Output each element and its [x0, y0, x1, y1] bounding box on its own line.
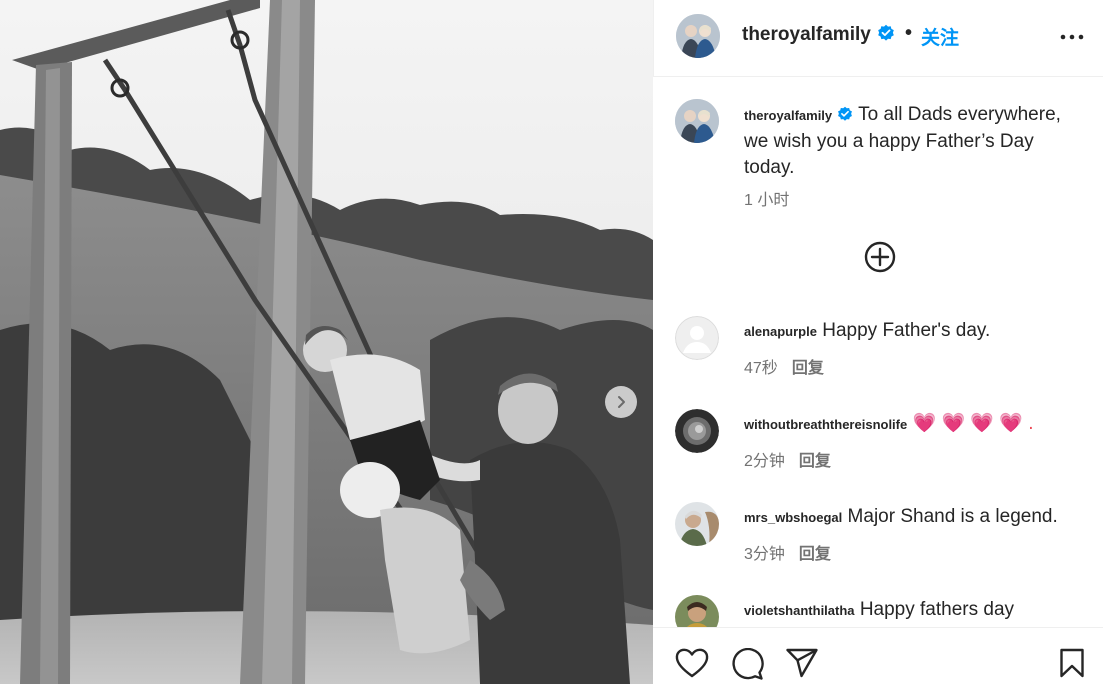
heart-icon[interactable]: [675, 648, 709, 678]
comment-text: Happy Father's day.: [822, 320, 991, 341]
comment-time[interactable]: 47秒: [744, 360, 778, 377]
verified-badge-icon: [878, 24, 894, 41]
comment-time[interactable]: 3分钟: [744, 546, 785, 563]
more-horizontal-icon[interactable]: [1059, 30, 1085, 44]
author-avatar[interactable]: [676, 14, 720, 58]
comment-item: withoutbreaththereisnolife 💗 💗 💗 💗 . 2分钟…: [653, 409, 1103, 499]
comment-text: 💗 💗 💗 💗 .: [912, 413, 1034, 434]
plus-circle-icon[interactable]: [863, 240, 897, 274]
bookmark-icon[interactable]: [1059, 648, 1085, 678]
comment-body: withoutbreaththereisnolife 💗 💗 💗 💗 .: [744, 411, 1089, 438]
comment-avatar[interactable]: [675, 316, 719, 360]
caption-avatar[interactable]: [675, 99, 719, 143]
author-username[interactable]: theroyalfamily: [742, 24, 895, 46]
comment-username[interactable]: mrs_wbshoegal: [744, 510, 842, 525]
comment-meta: 2分钟 回复: [744, 447, 831, 471]
avatar-image: [675, 502, 719, 546]
comment-avatar[interactable]: [675, 502, 719, 546]
reply-button[interactable]: 回复: [799, 546, 831, 563]
comment-item: mrs_wbshoegal Major Shand is a legend. 3…: [653, 502, 1103, 592]
avatar-image: [676, 14, 720, 58]
header-separator: •: [905, 22, 913, 44]
default-avatar-icon: [675, 316, 719, 360]
caption-timestamp[interactable]: 1 小时: [744, 186, 789, 210]
share-icon[interactable]: [785, 648, 819, 678]
comment-text: Major Shand is a legend.: [847, 506, 1058, 527]
comment-avatar[interactable]: [675, 409, 719, 453]
post-photo[interactable]: [0, 0, 653, 684]
caption-username[interactable]: theroyalfamily: [744, 108, 832, 123]
comment-time[interactable]: 2分钟: [744, 453, 785, 470]
author-username-text: theroyalfamily: [742, 24, 871, 45]
caption-text-block: theroyalfamily To all Dads everywhere, we…: [744, 102, 1064, 181]
comment-item: alenapurple Happy Father's day. 47秒 回复: [653, 316, 1103, 406]
chevron-right-icon: [618, 396, 625, 408]
reply-button[interactable]: 回复: [799, 453, 831, 470]
post-side-panel: theroyalfamily • 关注 theroyalfamily To all…: [653, 0, 1103, 684]
reply-button[interactable]: 回复: [792, 360, 824, 377]
next-photo-button[interactable]: [605, 386, 637, 418]
comment-username[interactable]: violetshanthilatha: [744, 603, 855, 618]
swing-photo-image: [0, 0, 653, 684]
comment-icon[interactable]: [730, 648, 764, 680]
avatar-image: [675, 409, 719, 453]
follow-button[interactable]: 关注: [921, 23, 959, 50]
comment-body: alenapurple Happy Father's day.: [744, 318, 1089, 345]
comment-body: violetshanthilatha Happy fathers day: [744, 597, 1089, 624]
post-action-bar: [653, 627, 1103, 684]
comment-body: mrs_wbshoegal Major Shand is a legend.: [744, 504, 1089, 531]
comment-meta: 3分钟 回复: [744, 540, 831, 564]
post-header: theroyalfamily • 关注: [653, 0, 1103, 77]
comment-username[interactable]: alenapurple: [744, 324, 817, 339]
comment-username[interactable]: withoutbreaththereisnolife: [744, 417, 907, 432]
avatar-image: [675, 99, 719, 143]
comment-meta: 47秒 回复: [744, 354, 824, 378]
verified-badge-icon: [838, 106, 853, 121]
comment-text: Happy fathers day: [859, 599, 1015, 620]
